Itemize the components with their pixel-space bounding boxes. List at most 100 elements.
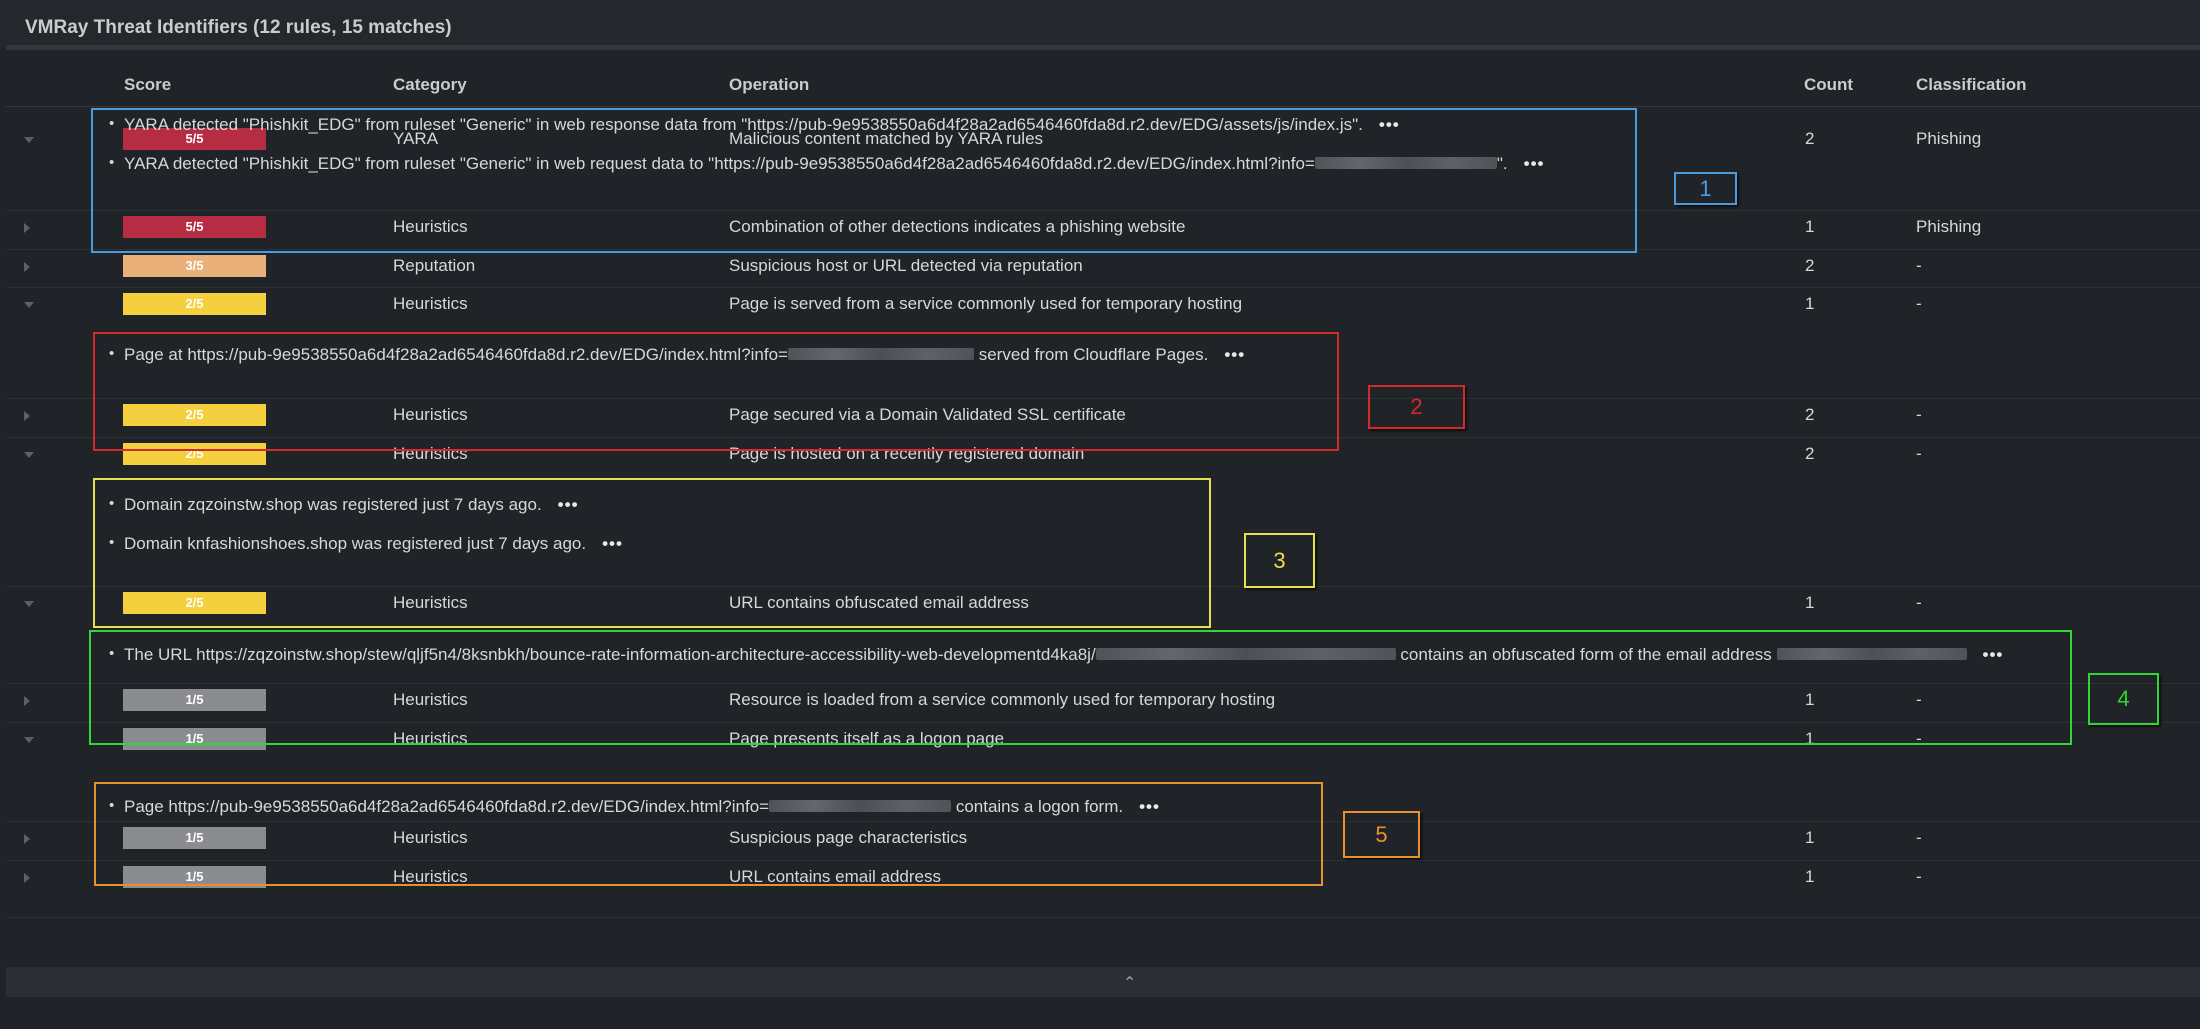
score-badge: 2/5 — [123, 293, 266, 315]
count-cell: 1 — [1805, 593, 1815, 612]
chevron-right-icon[interactable] — [24, 834, 30, 844]
classification-cell: - — [1916, 729, 1922, 748]
detail-text: Domain zqzoinstw.shop was registered jus… — [124, 495, 542, 514]
redacted-text — [788, 348, 974, 361]
detail-text-suffix: contains a logon form. — [951, 797, 1124, 816]
more-horizontal-icon[interactable]: ••• — [1983, 645, 2004, 665]
operation-cell: Suspicious host or URL detected via repu… — [729, 256, 1083, 275]
redacted-text — [1776, 648, 1967, 661]
chevron-right-icon[interactable] — [24, 696, 30, 706]
table-footer: ⌃ — [6, 967, 2200, 997]
detail-text: YARA detected "Phishkit_EDG" from rulese… — [124, 115, 1363, 134]
chevron-right-icon[interactable] — [24, 262, 30, 272]
classification-cell: - — [1916, 405, 1922, 424]
redacted-text — [1314, 157, 1497, 170]
row-divider — [6, 917, 2200, 918]
count-cell: 1 — [1805, 729, 1815, 748]
category-cell: Heuristics — [393, 867, 468, 886]
detail-item: Page https://pub-9e9538550a6d4f28a2ad654… — [109, 797, 1160, 817]
column-header-category[interactable]: Category — [393, 75, 467, 95]
redacted-text — [1095, 648, 1396, 661]
more-horizontal-icon[interactable]: ••• — [558, 495, 579, 515]
more-horizontal-icon[interactable]: ••• — [1524, 154, 1545, 174]
panel-title: VMRay Threat Identifiers (12 rules, 15 m… — [25, 17, 452, 38]
header-rule — [6, 106, 2200, 107]
category-cell: Heuristics — [393, 690, 468, 709]
count-cell: 1 — [1805, 217, 1815, 236]
chevron-right-icon[interactable] — [24, 411, 30, 421]
detail-text-suffix: served from Cloudflare Pages. — [974, 345, 1209, 364]
chevron-up-icon[interactable]: ⌃ — [1123, 973, 1136, 993]
column-header-score[interactable]: Score — [124, 75, 171, 95]
chevron-down-icon[interactable] — [24, 137, 34, 143]
category-cell: Heuristics — [393, 294, 468, 313]
annotation-label: 3 — [1244, 533, 1315, 588]
row-divider — [6, 437, 2200, 438]
score-badge: 3/5 — [123, 255, 266, 277]
row-divider — [6, 860, 2200, 861]
chevron-down-icon[interactable] — [24, 302, 34, 308]
row-divider — [6, 210, 2200, 211]
row-divider — [6, 586, 2200, 587]
classification-cell: - — [1916, 256, 1922, 275]
score-badge: 1/5 — [123, 728, 266, 750]
classification-cell: - — [1916, 828, 1922, 847]
operation-cell: URL contains email address — [729, 867, 941, 886]
detail-text: Page https://pub-9e9538550a6d4f28a2ad654… — [124, 797, 770, 816]
classification-cell: - — [1916, 593, 1922, 612]
column-header-count[interactable]: Count — [1804, 75, 1853, 95]
score-badge: 1/5 — [123, 866, 266, 888]
detail-text-suffix: ". — [1496, 154, 1508, 173]
more-horizontal-icon[interactable]: ••• — [1139, 797, 1160, 817]
annotation-label: 2 — [1368, 385, 1465, 429]
detail-text: YARA detected "Phishkit_EDG" from rulese… — [124, 154, 1315, 173]
detail-text-suffix: contains an obfuscated form of the email… — [1395, 645, 1777, 664]
detail-text: The URL https://zqzoinstw.shop/stew/qljf… — [124, 645, 1096, 664]
detail-item: Page at https://pub-9e9538550a6d4f28a2ad… — [109, 345, 1245, 365]
score-badge: 2/5 — [123, 404, 266, 426]
header-divider — [6, 45, 2200, 50]
row-divider — [6, 683, 2200, 684]
column-header-classification[interactable]: Classification — [1916, 75, 2027, 95]
count-cell: 2 — [1805, 256, 1815, 275]
detail-item: YARA detected "Phishkit_EDG" from rulese… — [109, 154, 1545, 174]
row-divider — [6, 287, 2200, 288]
classification-cell: - — [1916, 294, 1922, 313]
classification-cell: - — [1916, 444, 1922, 463]
chevron-down-icon[interactable] — [24, 737, 34, 743]
operation-cell: Page is served from a service commonly u… — [729, 294, 1243, 313]
more-horizontal-icon[interactable]: ••• — [1224, 345, 1245, 365]
count-cell: 1 — [1805, 690, 1815, 709]
operation-cell: Page is hosted on a recently registered … — [729, 444, 1085, 463]
category-cell: Reputation — [393, 256, 476, 275]
classification-cell: Phishing — [1916, 129, 1982, 148]
annotation-label: 4 — [2088, 673, 2159, 725]
count-cell: 1 — [1805, 828, 1815, 847]
more-horizontal-icon[interactable]: ••• — [1379, 115, 1400, 135]
operation-cell: Page presents itself as a logon page — [729, 729, 1005, 748]
more-horizontal-icon[interactable]: ••• — [602, 534, 623, 554]
chevron-right-icon[interactable] — [24, 873, 30, 883]
detail-text: Domain knfashionshoes.shop was registere… — [124, 534, 587, 553]
detail-item: Domain knfashionshoes.shop was registere… — [109, 534, 623, 554]
classification-cell: - — [1916, 867, 1922, 886]
chevron-right-icon[interactable] — [24, 223, 30, 233]
score-badge: 1/5 — [123, 689, 266, 711]
count-cell: 2 — [1805, 405, 1815, 424]
chevron-down-icon[interactable] — [24, 601, 34, 607]
annotation-label: 1 — [1674, 172, 1737, 205]
count-cell: 2 — [1805, 129, 1815, 148]
category-cell: Heuristics — [393, 217, 468, 236]
count-cell: 1 — [1805, 294, 1815, 313]
count-cell: 1 — [1805, 867, 1815, 886]
panel-header: VMRay Threat Identifiers (12 rules, 15 m… — [0, 0, 2200, 47]
chevron-down-icon[interactable] — [24, 452, 34, 458]
row-divider — [6, 722, 2200, 723]
row-divider — [6, 398, 2200, 399]
detail-item: Domain zqzoinstw.shop was registered jus… — [109, 495, 579, 515]
score-badge: 2/5 — [123, 592, 266, 614]
operation-cell: Suspicious page characteristics — [729, 828, 968, 847]
operation-cell: Combination of other detections indicate… — [729, 217, 1186, 236]
score-badge: 2/5 — [123, 443, 266, 465]
column-header-operation[interactable]: Operation — [729, 75, 809, 95]
